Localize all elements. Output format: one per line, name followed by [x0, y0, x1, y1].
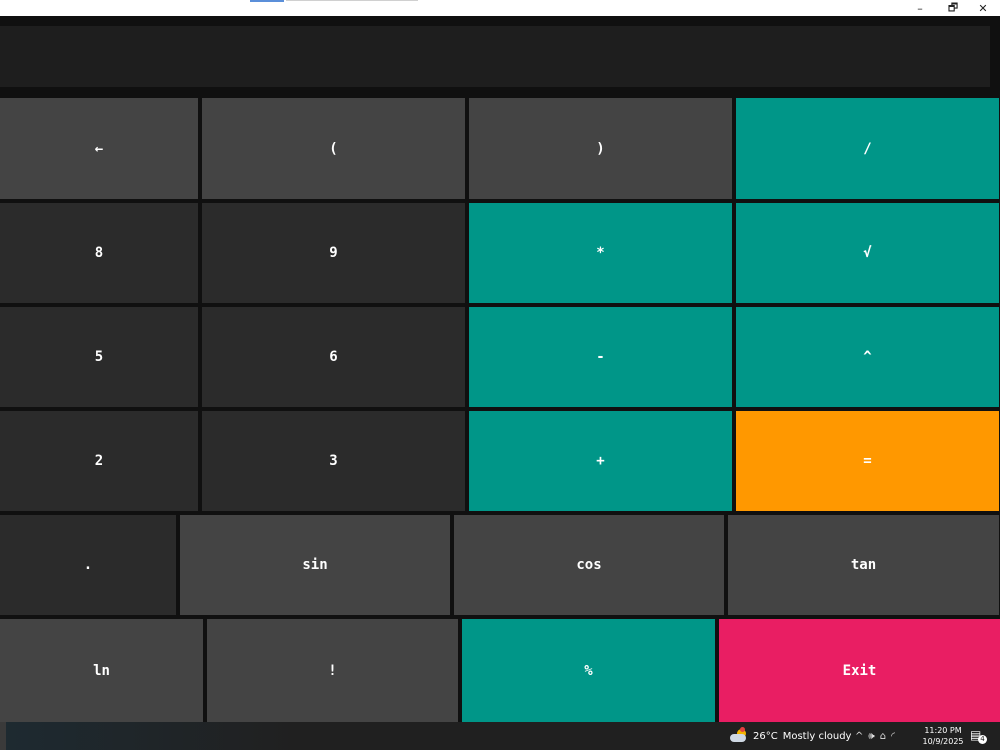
weather-widget[interactable]: 26°C Mostly cloudy	[730, 722, 851, 750]
percent-button[interactable]: %	[462, 619, 715, 722]
sin-button[interactable]: sin	[180, 515, 450, 615]
decimal-button[interactable]: .	[0, 515, 176, 615]
plus-button[interactable]: +	[469, 411, 732, 511]
battery-icon[interactable]: ⌂	[880, 731, 886, 742]
tan-button[interactable]: tan	[728, 515, 999, 615]
digit-2-button[interactable]: 2	[0, 411, 198, 511]
clock-time: 11:20 PM	[924, 726, 962, 735]
calculator-display	[0, 26, 990, 87]
wifi-icon[interactable]: ◜	[891, 731, 895, 742]
volume-icon[interactable]: 🕪	[868, 731, 874, 742]
open-paren-button[interactable]: (	[202, 98, 465, 199]
exit-button[interactable]: Exit	[719, 619, 1000, 722]
system-tray: ^ 🕪 ⌂ ◜	[855, 722, 895, 750]
partly-cloudy-icon	[730, 727, 748, 743]
factorial-button[interactable]: !	[207, 619, 458, 722]
taskbar: 26°C Mostly cloudy ^ 🕪 ⌂ ◜ 11:20 PM 10/9…	[0, 722, 1000, 750]
multiply-button[interactable]: *	[469, 203, 732, 303]
power-button[interactable]: ^	[736, 307, 999, 407]
ln-button[interactable]: ln	[0, 619, 203, 722]
title-bar-accent	[250, 0, 284, 2]
backspace-button[interactable]: ←	[0, 98, 198, 199]
digit-3-button[interactable]: 3	[202, 411, 465, 511]
digit-9-button[interactable]: 9	[202, 203, 465, 303]
sqrt-button[interactable]: √	[736, 203, 999, 303]
taskbar-edge	[0, 722, 6, 750]
digit-6-button[interactable]: 6	[202, 307, 465, 407]
minus-button[interactable]: -	[469, 307, 732, 407]
calculator-app: ← ( ) / 8 9 * √ 5 6 - ^ 2 3 + = . sin co…	[0, 16, 1000, 722]
notification-count-badge: 4	[978, 735, 987, 744]
close-paren-button[interactable]: )	[469, 98, 732, 199]
equals-button[interactable]: =	[736, 411, 999, 511]
weather-temperature: 26°C	[753, 730, 778, 742]
restore-button[interactable]: 🗗	[938, 0, 968, 16]
minimize-button[interactable]: –	[905, 0, 935, 16]
window-title-bar: – 🗗 ✕	[0, 0, 1000, 16]
digit-5-button[interactable]: 5	[0, 307, 198, 407]
close-button[interactable]: ✕	[968, 0, 998, 16]
chevron-up-icon[interactable]: ^	[855, 731, 863, 742]
notification-center-icon[interactable]: ▤ 4	[970, 728, 987, 744]
cos-button[interactable]: cos	[454, 515, 724, 615]
divide-button[interactable]: /	[736, 98, 999, 199]
title-bar-divider	[286, 0, 418, 1]
clock-date: 10/9/2025	[922, 737, 964, 746]
taskbar-clock[interactable]: 11:20 PM 10/9/2025	[922, 725, 964, 747]
weather-condition: Mostly cloudy	[782, 730, 852, 742]
digit-8-button[interactable]: 8	[0, 203, 198, 303]
